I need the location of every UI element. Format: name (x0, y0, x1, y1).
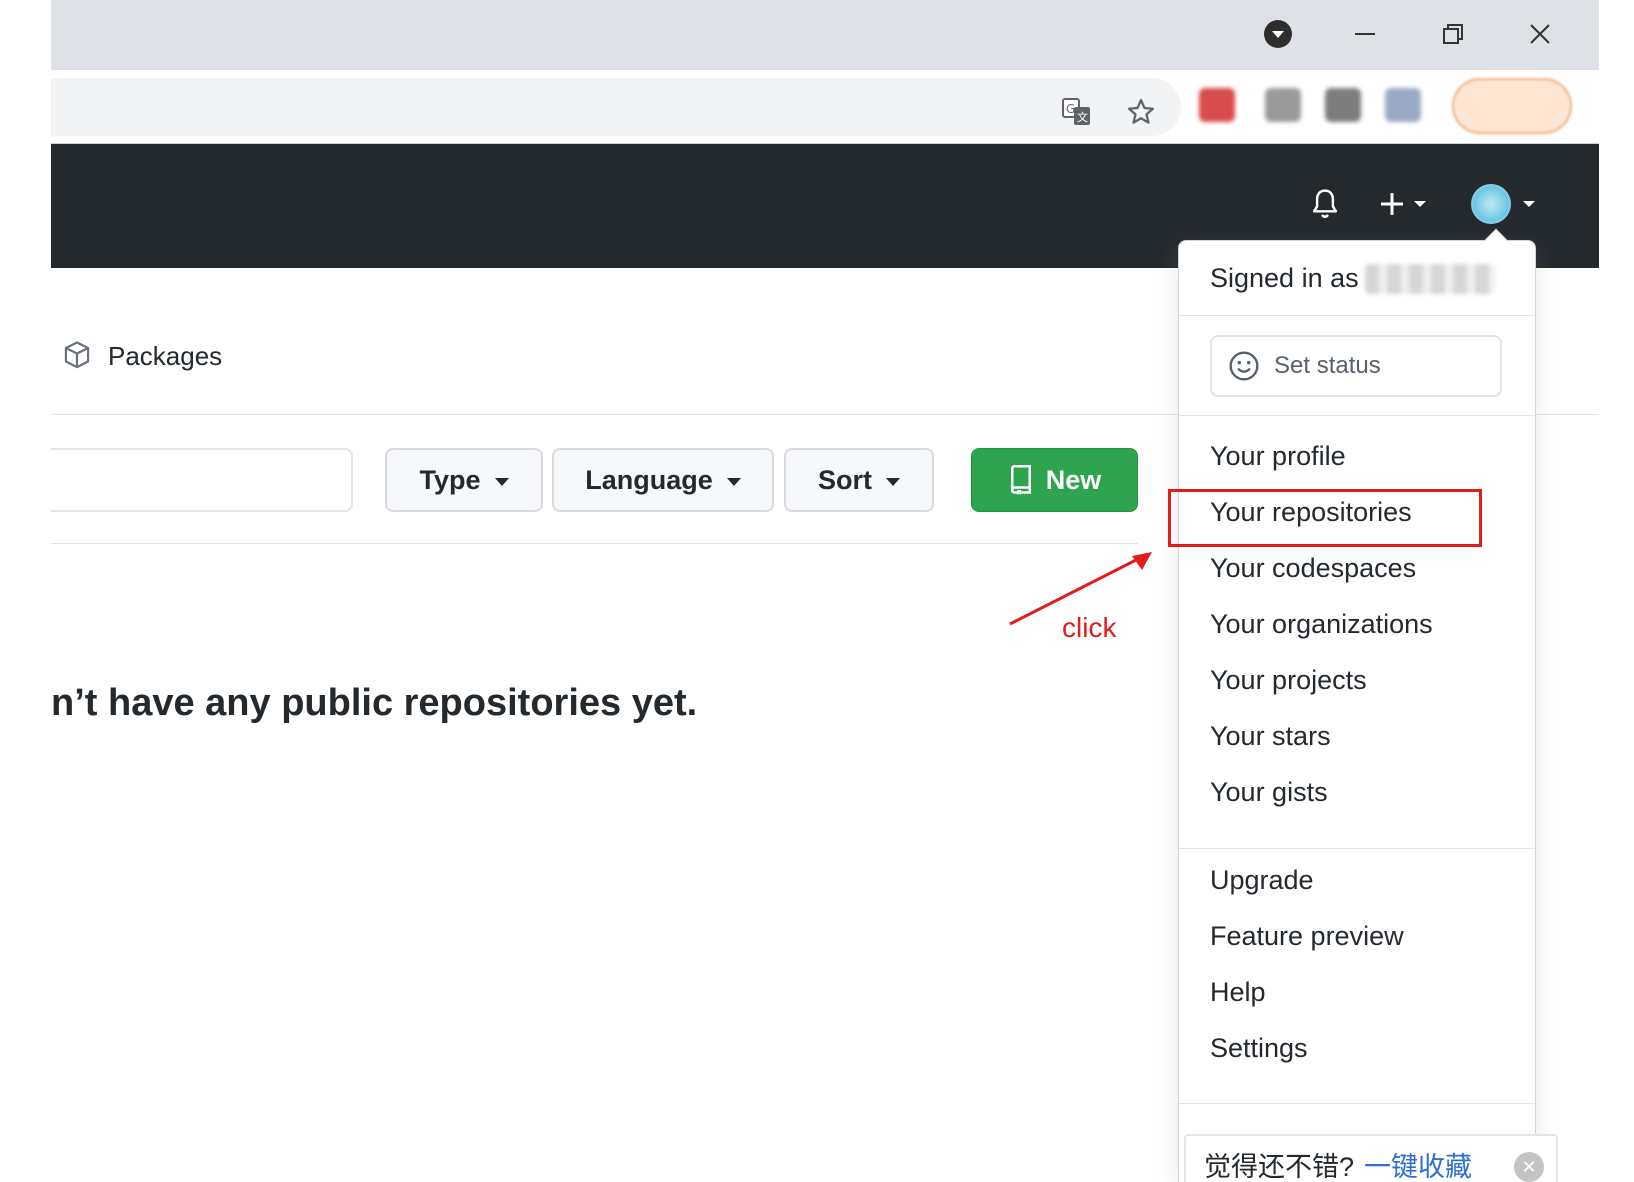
sort-label: Sort (818, 464, 872, 495)
create-new-menu[interactable] (1371, 180, 1435, 228)
dropdown-divider (1179, 1103, 1535, 1104)
close-icon[interactable] (1518, 12, 1562, 56)
chevron-down-icon (1414, 201, 1426, 207)
empty-state-message: n’t have any public repositories yet. (51, 682, 698, 724)
language-filter-button[interactable]: Language (552, 448, 774, 512)
set-status-button[interactable]: Set status (1210, 335, 1502, 397)
chevron-down-icon (886, 478, 900, 486)
address-bar[interactable]: G文 (51, 78, 1181, 136)
browser-titlebar (51, 0, 1599, 70)
svg-text:G: G (1066, 102, 1075, 116)
new-button-label: New (1045, 464, 1102, 495)
menu-item-your-profile[interactable]: Your profile (1210, 441, 1346, 472)
dropdown-divider (1179, 848, 1535, 849)
menu-item-your-organizations[interactable]: Your organizations (1210, 609, 1433, 640)
menu-item-your-gists[interactable]: Your gists (1210, 777, 1328, 808)
extension-icon-1[interactable] (1199, 88, 1235, 122)
bookmark-star-icon[interactable] (1124, 95, 1158, 129)
minimize-icon[interactable] (1343, 12, 1387, 56)
menu-item-help[interactable]: Help (1210, 977, 1266, 1008)
close-icon[interactable]: ✕ (1514, 1152, 1544, 1182)
language-filter-label: Language (585, 464, 713, 495)
bookmark-prompt-link[interactable]: 一键收藏 (1364, 1145, 1472, 1182)
package-icon (64, 341, 90, 369)
type-filter-button[interactable]: Type (385, 448, 543, 512)
extension-icon-2[interactable] (1265, 88, 1301, 122)
repo-icon (1010, 465, 1031, 495)
bookmark-prompt-text: 觉得还不错? (1204, 1151, 1355, 1182)
sort-button[interactable]: Sort (784, 448, 934, 512)
plus-icon (1381, 193, 1403, 215)
new-repository-button[interactable]: New (971, 448, 1138, 512)
account-dropdown-menu: Signed in as Set status Your profile You… (1178, 240, 1536, 1182)
menu-item-your-stars[interactable]: Your stars (1210, 721, 1331, 752)
restore-icon[interactable] (1431, 12, 1475, 56)
extension-icon-4[interactable] (1385, 88, 1421, 122)
avatar[interactable] (1471, 184, 1511, 224)
find-repository-input[interactable] (40, 448, 353, 512)
svg-text:文: 文 (1077, 110, 1088, 124)
crop-edge (0, 0, 51, 1182)
menu-item-settings[interactable]: Settings (1210, 1033, 1308, 1064)
browser-profile-button[interactable] (1452, 78, 1572, 134)
menu-item-feature-preview[interactable]: Feature preview (1210, 921, 1404, 952)
type-filter-label: Type (419, 464, 481, 495)
chevron-down-icon (726, 478, 741, 486)
filter-divider (51, 543, 1138, 544)
username-redacted (1364, 263, 1495, 294)
annotation-label: click (1062, 612, 1117, 643)
browser-toolbar: G文 (51, 70, 1599, 144)
signed-in-label: Signed in as (1210, 263, 1359, 293)
set-status-label: Set status (1274, 352, 1381, 379)
chevron-down-icon[interactable] (1521, 198, 1537, 210)
extension-icon-3[interactable] (1325, 88, 1361, 122)
dropdown-divider (1179, 415, 1535, 416)
nav-tab-packages-label: Packages (108, 340, 223, 371)
smiley-icon (1229, 351, 1259, 381)
annotation-highlight-box (1168, 489, 1482, 547)
menu-item-upgrade[interactable]: Upgrade (1210, 865, 1314, 896)
chevron-down-icon (494, 478, 509, 486)
bookmark-prompt-banner: 觉得还不错? 一键收藏 ✕ (1184, 1134, 1558, 1182)
bell-icon[interactable] (1301, 180, 1349, 228)
menu-item-your-projects[interactable]: Your projects (1210, 665, 1367, 696)
signed-in-as[interactable]: Signed in as (1210, 263, 1495, 294)
nav-tab-packages[interactable]: Packages (62, 340, 222, 372)
translate-icon[interactable]: G文 (1060, 95, 1094, 129)
menu-item-your-codespaces[interactable]: Your codespaces (1210, 553, 1416, 584)
tab-search-icon[interactable] (1256, 12, 1300, 56)
dropdown-divider (1179, 315, 1535, 316)
